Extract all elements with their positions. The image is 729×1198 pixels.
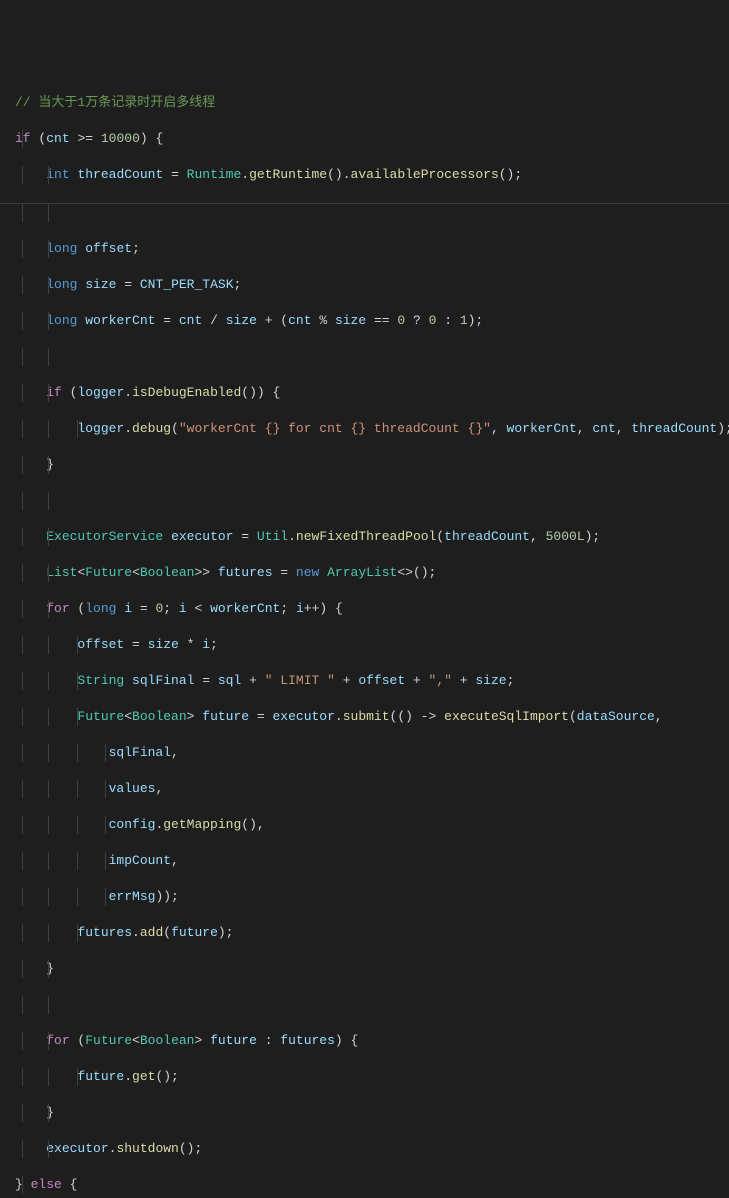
code-line: futures.add(future); [0, 924, 729, 942]
code-line: values, [0, 780, 729, 798]
code-editor[interactable]: // 当大于1万条记录时开启多线程 if (cnt >= 10000) { in… [0, 76, 729, 1198]
comment: // 当大于1万条记录时开启多线程 [15, 95, 215, 110]
code-line: config.getMapping(), [0, 816, 729, 834]
code-line: String sqlFinal = sql + " LIMIT " + offs… [0, 672, 729, 690]
code-line: for (Future<Boolean> future : futures) { [0, 1032, 729, 1050]
code-line: // 当大于1万条记录时开启多线程 [0, 94, 729, 112]
code-line: } else { [0, 1176, 729, 1194]
code-line [0, 348, 729, 366]
code-line [0, 492, 729, 510]
code-line: List<Future<Boolean>> futures = new Arra… [0, 564, 729, 582]
code-line: } [0, 456, 729, 474]
code-line: long workerCnt = cnt / size + (cnt % siz… [0, 312, 729, 330]
code-line: for (long i = 0; i < workerCnt; i++) { [0, 600, 729, 618]
code-line: sqlFinal, [0, 744, 729, 762]
code-line: long size = CNT_PER_TASK; [0, 276, 729, 294]
code-line: errMsg)); [0, 888, 729, 906]
code-line: if (logger.isDebugEnabled()) { [0, 384, 729, 402]
code-line: int threadCount = Runtime.getRuntime().a… [0, 166, 729, 184]
code-line: impCount, [0, 852, 729, 870]
code-line: Future<Boolean> future = executor.submit… [0, 708, 729, 726]
code-line: } [0, 960, 729, 978]
code-line [0, 203, 729, 222]
code-line: logger.debug("workerCnt {} for cnt {} th… [0, 420, 729, 438]
code-line: executor.shutdown(); [0, 1140, 729, 1158]
code-line: future.get(); [0, 1068, 729, 1086]
code-line: } [0, 1104, 729, 1122]
code-line: if (cnt >= 10000) { [0, 130, 729, 148]
code-line: offset = size * i; [0, 636, 729, 654]
code-line: ExecutorService executor = Util.newFixed… [0, 528, 729, 546]
code-line [0, 996, 729, 1014]
code-line: long offset; [0, 240, 729, 258]
